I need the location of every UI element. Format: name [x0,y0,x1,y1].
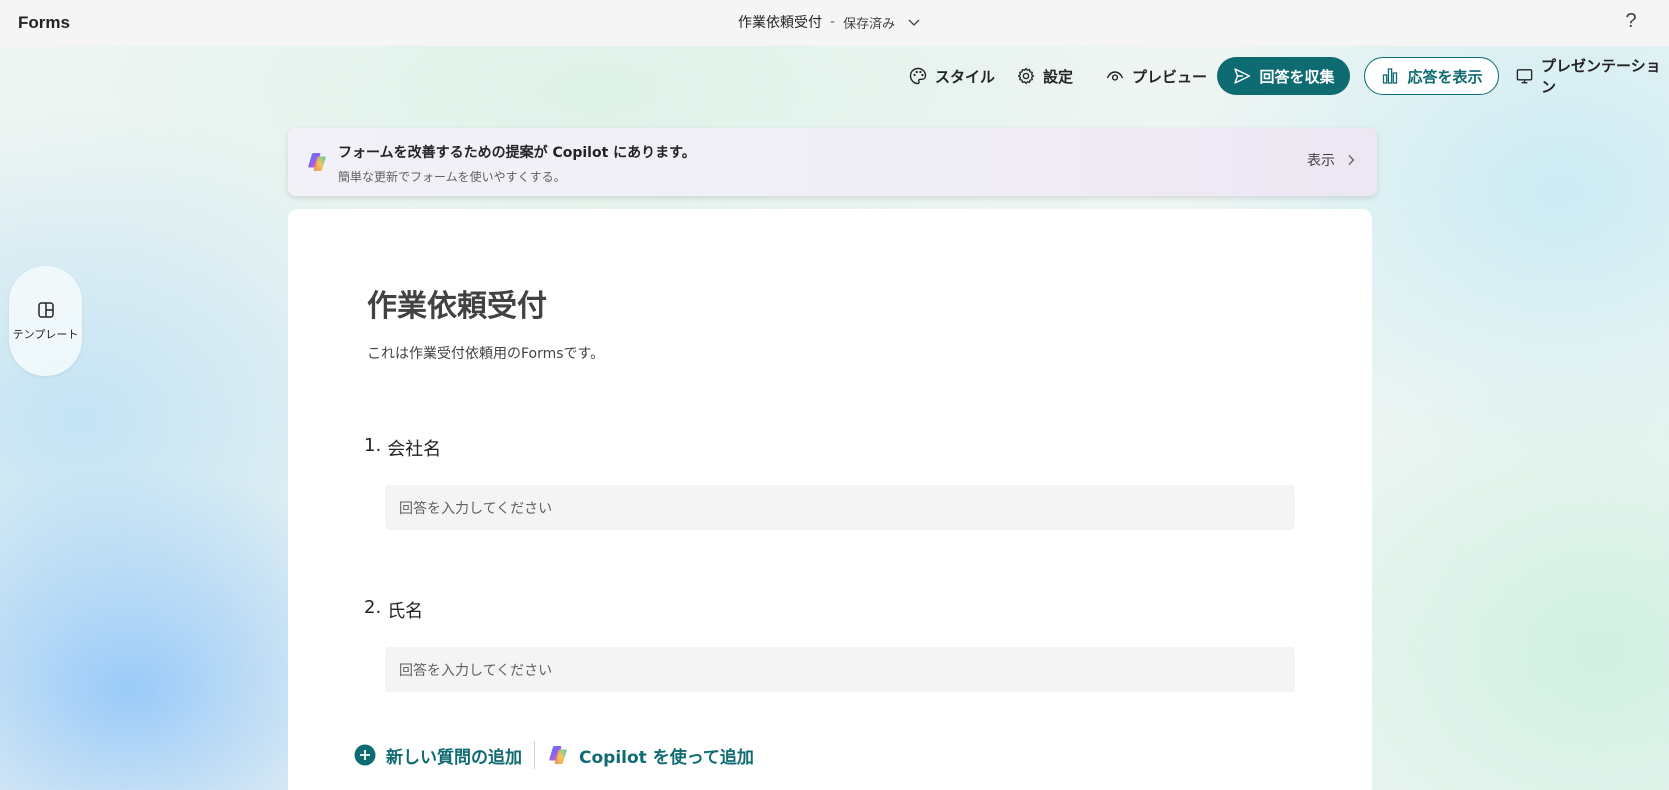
copilot-banner-subtitle: 簡単な更新でフォームを使いやすくする。 [338,170,566,184]
style-label: スタイル [935,67,996,86]
chevron-right-icon [1348,155,1355,165]
title-separator: - [830,14,836,30]
present-label: プレゼンテーション [1541,57,1661,96]
help-icon[interactable]: ? [1620,10,1642,34]
presentation-button[interactable]: プレゼンテーション [1515,57,1669,96]
copilot-banner-title: フォームを改善するための提案が Copilot にあります。 [338,145,696,161]
copilot-show-button[interactable]: 表示 [1307,150,1357,170]
copilot-icon [549,746,567,764]
gear-icon [1017,67,1035,85]
document-title-area[interactable]: 作業依頼受付 - 保存済み [738,12,921,32]
add-question-label: 新しい質問の追加 [386,747,522,768]
copilot-icon [308,153,326,171]
form-card: 作業依頼受付 これは作業受付依頼用のFormsです。 1. 会社名 回答を入力し… [288,209,1372,790]
responses-label: 応答を表示 [1407,67,1483,86]
form-description[interactable]: これは作業受付依頼用のFormsです。 [367,343,604,363]
add-question-row: 新しい質問の追加 Copilot を使って追加 [354,739,754,771]
question-label: 1. 会社名 [364,435,1299,461]
toolbar: スタイル 設定 プレビュー 回答を収集 応答を表示 プレゼンテーション [0,57,1669,96]
palette-icon [909,67,927,85]
view-responses-button[interactable]: 応答を表示 [1364,57,1499,95]
question-number: 1. [364,435,382,456]
layout-grid-icon [37,302,54,318]
chevron-down-icon[interactable] [907,15,921,29]
save-status: 保存済み [843,16,896,32]
collect-responses-button[interactable]: 回答を収集 [1217,57,1350,95]
question-label: 2. 氏名 [364,597,1299,623]
document-title[interactable]: 作業依頼受付 [738,12,822,32]
question-text: 会社名 [387,439,442,460]
plus-circle-icon [354,744,376,766]
question-company-name[interactable]: 1. 会社名 回答を入力してください [364,435,1299,530]
send-icon [1234,68,1251,84]
settings-label: 設定 [1043,67,1074,86]
divider [534,741,535,769]
answer-input[interactable]: 回答を入力してください [385,485,1295,530]
style-button[interactable]: スタイル [908,57,995,95]
copilot-show-label: 表示 [1307,153,1335,169]
question-number: 2. [364,597,382,618]
preview-button[interactable]: プレビュー [1105,57,1207,95]
question-text: 氏名 [387,601,424,622]
app-name[interactable]: Forms [18,13,70,33]
preview-label: プレビュー [1132,67,1208,86]
template-button[interactable]: テンプレート [9,266,82,376]
answer-input[interactable]: 回答を入力してください [385,647,1295,692]
question-full-name[interactable]: 2. 氏名 回答を入力してください [364,597,1299,692]
copilot-suggestion-banner[interactable]: フォームを改善するための提案が Copilot にあります。 簡単な更新でフォー… [288,128,1377,196]
add-with-copilot-label: Copilot を使って追加 [579,747,754,768]
form-title[interactable]: 作業依頼受付 [367,281,547,325]
app-header: Forms 作業依頼受付 - 保存済み ? [0,0,1669,46]
collect-label: 回答を収集 [1259,67,1335,86]
settings-button[interactable]: 設定 [1016,57,1073,95]
bar-chart-icon [1383,68,1398,84]
add-with-copilot-button[interactable]: Copilot を使って追加 [547,743,754,768]
template-label: テンプレート [12,328,79,341]
eye-icon [1106,71,1124,81]
add-new-question-button[interactable]: 新しい質問の追加 [354,743,522,768]
monitor-icon [1516,69,1533,84]
